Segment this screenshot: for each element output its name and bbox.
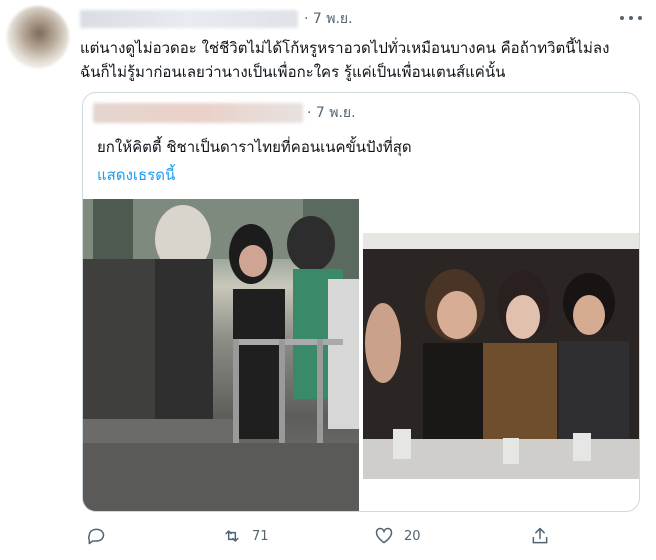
author-name-blurred[interactable] xyxy=(80,10,298,28)
reply-button[interactable] xyxy=(86,522,106,550)
quoted-tweet-header: · 7 พ.ย. xyxy=(93,101,356,125)
retweet-icon xyxy=(225,530,239,542)
retweet-button[interactable]: 71 xyxy=(222,522,269,550)
tweet-timestamp[interactable]: · 7 พ.ย. xyxy=(304,8,353,30)
like-count: 20 xyxy=(404,528,421,544)
avatar[interactable] xyxy=(7,6,69,68)
tweet-text-line: ฉันก็ไม่รู้มาก่อนเลยว่านางเป็นเพื่อกะใคร… xyxy=(80,63,506,81)
photo-1-illustration xyxy=(83,199,359,511)
more-options-icon[interactable] xyxy=(620,10,642,26)
like-button[interactable]: 20 xyxy=(374,522,421,550)
quoted-author-name-blurred[interactable] xyxy=(93,103,303,123)
photo-2-illustration xyxy=(363,233,639,479)
tweet-photo-1[interactable] xyxy=(83,199,359,511)
share-button[interactable] xyxy=(530,522,550,550)
tweet-text: แต่นางดูไม่อวดอะ ใช่ชีวิตไม่ได้โก้หรูหรา… xyxy=(80,36,640,84)
tweet-actions: 71 20 xyxy=(86,522,556,550)
retweet-count: 71 xyxy=(252,528,269,544)
heart-icon xyxy=(375,527,393,544)
quoted-tweet[interactable]: · 7 พ.ย. ยกให้คิตตี้ ชิชาเป็นดาราไทยที่ค… xyxy=(82,92,640,512)
reply-icon xyxy=(88,528,105,545)
share-icon xyxy=(532,527,548,544)
tweet-text-line: แต่นางดูไม่อวดอะ ใช่ชีวิตไม่ได้โก้หรูหรา… xyxy=(80,39,610,57)
quoted-tweet-text: ยกให้คิตตี้ ชิชาเป็นดาราไทยที่คอนเนคขั้น… xyxy=(97,138,412,156)
quoted-tweet-timestamp[interactable]: · 7 พ.ย. xyxy=(307,102,356,124)
tweet-photo-2[interactable] xyxy=(363,233,639,479)
show-thread-link[interactable]: แสดงเธรดนี้ xyxy=(97,163,175,187)
tweet[interactable]: · 7 พ.ย. แต่นางดูไม่อวดอะ ใช่ชีวิตไม่ได้… xyxy=(0,0,656,560)
tweet-header: · 7 พ.ย. xyxy=(80,8,353,30)
